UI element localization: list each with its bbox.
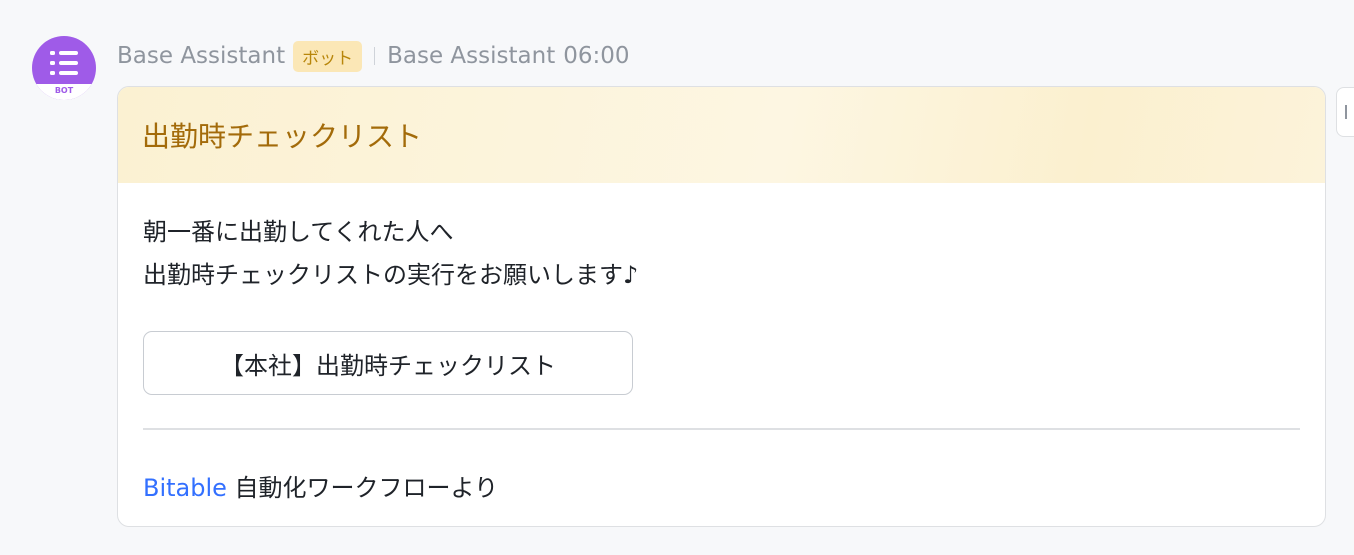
message-action-button[interactable] [1336,87,1354,137]
card-message-line-1: 朝一番に出勤してくれた人へ [143,218,454,246]
open-checklist-button[interactable]: 【本社】出勤時チェックリスト [143,331,633,395]
bot-avatar[interactable]: BOT [32,36,96,100]
card-body: 朝一番に出勤してくれた人へ 出勤時チェックリストの実行をお願いします♪ 【本社】… [118,183,1325,503]
message-action-icon [1345,105,1350,119]
card-message: 朝一番に出勤してくれた人へ 出勤時チェックリストの実行をお願いします♪ [143,211,1300,297]
sender-name[interactable]: Base Assistant [117,43,285,69]
bitable-link[interactable]: Bitable [143,474,227,502]
message-time: 06:00 [563,43,630,69]
message-card: 出勤時チェックリスト 朝一番に出勤してくれた人へ 出勤時チェックリストの実行をお… [117,86,1326,527]
sub-sender-name: Base Assistant [387,43,556,69]
card-message-line-2: 出勤時チェックリストの実行をお願いします♪ [143,261,639,289]
card-divider [143,428,1300,430]
card-title: 出勤時チェックリスト [142,120,423,153]
avatar-bot-tag: BOT [32,84,96,100]
bot-badge: ボット [293,40,363,72]
meta-separator [374,47,376,65]
footer-text: 自動化ワークフローより [226,473,499,502]
card-header: 出勤時チェックリスト [118,87,1325,183]
card-footer: Bitable 自動化ワークフローより [143,468,1300,503]
list-icon [50,51,78,75]
message-meta: Base Assistant ボット Base Assistant 06:00 [117,38,630,74]
